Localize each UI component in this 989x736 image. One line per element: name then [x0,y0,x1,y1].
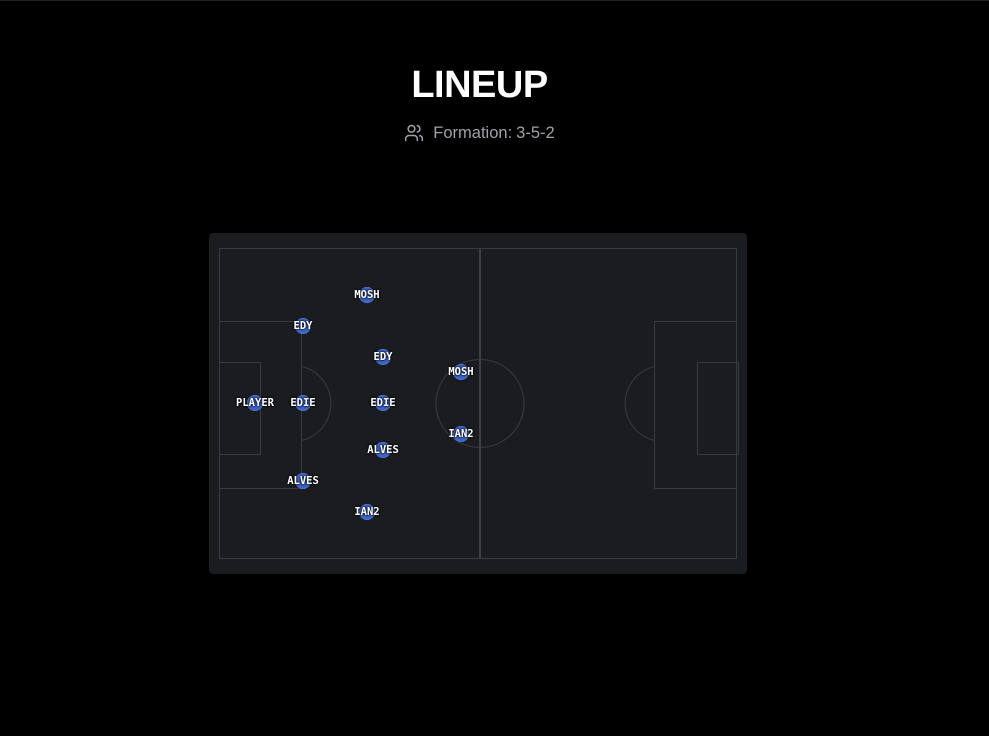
right-penalty-area [654,321,737,489]
player-name: MOSH [448,366,474,378]
formation-label: Formation: [433,123,513,142]
page-title: LINEUP [411,64,548,106]
player-name: MOSH [354,289,380,301]
player-name: IAN2 [354,506,380,518]
player-name: EDY [293,320,313,332]
right-goal-area [697,362,739,455]
users-icon [404,123,424,143]
pitch: PLAYER EDY EDIE ALVES MOSH EDY EDIE ALVES IAN2 MO… [209,233,747,574]
formation-value: 3-5-2 [516,123,555,142]
player-name: EDIE [370,397,396,409]
formation-info: Formation: 3-5-2 [0,121,959,145]
player-name: ALVES [367,444,399,456]
player-name: IAN2 [448,428,474,440]
top-border [0,0,989,1]
player-name: ALVES [287,475,319,487]
player-name: EDIE [290,397,316,409]
player-name: EDY [373,351,393,363]
right-penalty-arc [624,366,655,441]
